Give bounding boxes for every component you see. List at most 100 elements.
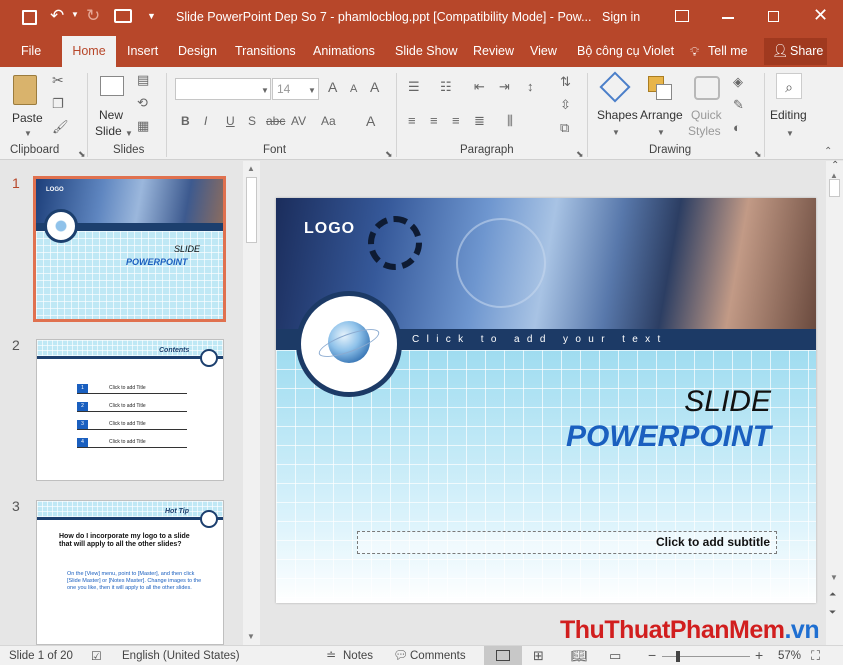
align-text-icon[interactable]: ⇳	[560, 98, 571, 112]
reading-view-icon[interactable]: 📖︎	[571, 648, 588, 664]
fit-slide-icon[interactable]: ⛶	[811, 648, 820, 664]
increase-font-icon[interactable]: A	[328, 80, 337, 94]
slide-sorter-icon[interactable]: ⊞	[533, 648, 544, 664]
comments-icon[interactable]: 💬︎	[393, 648, 408, 662]
bullets-icon[interactable]: ☰	[408, 80, 420, 94]
tab-transitions[interactable]: Transitions	[235, 36, 296, 67]
shape-effects-icon[interactable]: ◐	[733, 121, 741, 135]
scroll-up-icon[interactable]: ▲	[247, 164, 255, 173]
scroll-down-icon[interactable]: ▼	[830, 573, 838, 582]
shape-fill-icon[interactable]: ◈	[733, 75, 743, 89]
drawing-launcher-icon[interactable]: ⬊	[754, 147, 762, 161]
format-painter-icon[interactable]: 🖌︎	[52, 120, 69, 134]
tell-me-box[interactable]: Tell me	[708, 36, 748, 67]
font-color-icon[interactable]: A	[366, 114, 375, 128]
thumbnail-scrollbar[interactable]: ▲ ▼	[243, 161, 260, 645]
thumbnail-slide-3[interactable]: Hot Tip How do I incorporate my logo to …	[36, 500, 224, 645]
paste-button[interactable]: Paste ▼	[8, 71, 46, 138]
zoom-level[interactable]: 57%	[778, 650, 801, 662]
ribbon-display-options-icon[interactable]	[675, 10, 689, 22]
clipboard-launcher-icon[interactable]: ⬊	[78, 147, 86, 161]
close-icon[interactable]: ✕	[813, 5, 828, 26]
clear-formatting-icon[interactable]: A	[370, 80, 379, 94]
sign-in-link[interactable]: Sign in	[602, 10, 640, 24]
text-direction-icon[interactable]: ⇅	[560, 75, 571, 89]
collapse-pane-icon[interactable]: ⌃	[831, 160, 839, 171]
align-left-icon[interactable]: ≡	[408, 114, 416, 128]
zoom-slider-handle[interactable]	[676, 651, 680, 662]
justify-icon[interactable]: ≣	[474, 114, 485, 128]
font-size-box[interactable]: 14 ▼	[272, 78, 319, 100]
character-spacing-icon[interactable]: AV	[291, 114, 306, 128]
tab-insert[interactable]: Insert	[127, 36, 158, 67]
thumbnail-slide-1[interactable]: LOGO SLIDE POWERPOINT	[33, 176, 226, 322]
slideshow-icon[interactable]: ▭	[609, 648, 621, 664]
notes-icon[interactable]: ≐	[326, 648, 336, 662]
zoom-out-icon[interactable]: −	[648, 647, 656, 663]
slide-title-line1[interactable]: SLIDE	[684, 385, 771, 419]
editing-button[interactable]: ⌕ Editing ▼	[768, 71, 812, 139]
customize-qat-icon[interactable]: ▼	[147, 11, 156, 21]
bold-icon[interactable]: B	[181, 114, 190, 128]
thumbnail-slide-2[interactable]: Contents 1 Click to add Title 2 Click to…	[36, 339, 224, 481]
section-icon[interactable]: ▦	[137, 119, 149, 133]
undo-icon[interactable]: ↶	[50, 6, 64, 26]
copy-icon[interactable]: ❐	[52, 97, 64, 111]
underline-icon[interactable]: U	[226, 114, 235, 128]
font-name-box[interactable]: ▼	[175, 78, 271, 100]
italic-icon[interactable]: I	[204, 114, 207, 128]
tab-slide-show[interactable]: Slide Show	[395, 36, 458, 67]
maximize-icon[interactable]	[768, 11, 779, 22]
decrease-font-icon[interactable]: A	[350, 82, 357, 96]
new-slide-button[interactable]: New Slide ▼	[92, 71, 133, 141]
increase-indent-icon[interactable]: ⇥	[499, 80, 510, 94]
slide-canvas[interactable]: LOGO C l i c k t o a d d y o u r t e x t…	[276, 198, 816, 603]
change-case-icon[interactable]: Aa	[321, 114, 336, 128]
paragraph-launcher-icon[interactable]: ⬊	[576, 147, 584, 161]
tab-home[interactable]: Home	[62, 36, 116, 67]
subtitle-placeholder[interactable]: Click to add subtitle	[357, 531, 777, 554]
normal-view-button[interactable]	[484, 646, 522, 665]
spell-check-icon[interactable]: ☑	[91, 649, 102, 663]
zoom-in-icon[interactable]: +	[755, 647, 763, 663]
tab-design[interactable]: Design	[178, 36, 217, 67]
shapes-button[interactable]: Shapes ▼	[596, 71, 638, 141]
tab-file[interactable]: File	[21, 36, 41, 67]
align-center-icon[interactable]: ≡	[430, 114, 438, 128]
save-icon[interactable]	[22, 10, 37, 25]
undo-dropdown-icon[interactable]: ▼	[71, 10, 79, 19]
present-icon[interactable]	[114, 9, 132, 23]
language-indicator[interactable]: English (United States)	[122, 650, 240, 662]
reset-icon[interactable]: ⟲	[137, 96, 148, 110]
share-button[interactable]: 👤︎ Share	[764, 38, 827, 65]
arrange-button[interactable]: Arrange ▼	[638, 71, 684, 141]
notes-button[interactable]: Notes	[343, 650, 373, 662]
scroll-thumb[interactable]	[246, 177, 257, 243]
minimize-icon[interactable]	[722, 17, 734, 19]
strikethrough-icon[interactable]: abc	[266, 114, 285, 128]
decrease-indent-icon[interactable]: ⇤	[474, 80, 485, 94]
slide-title-line2[interactable]: POWERPOINT	[566, 420, 771, 454]
smartart-icon[interactable]: ⧉	[560, 121, 569, 135]
cut-icon[interactable]: ✂	[52, 73, 64, 87]
numbering-icon[interactable]: ☷	[440, 80, 452, 94]
layout-icon[interactable]: ▤	[137, 73, 149, 87]
tab-view[interactable]: View	[530, 36, 557, 67]
tab-violet[interactable]: Bộ công cụ Violet	[577, 36, 674, 67]
collapse-ribbon-icon[interactable]: ⌃	[824, 145, 832, 159]
zoom-slider[interactable]	[662, 651, 750, 662]
scroll-down-icon[interactable]: ▼	[247, 632, 255, 641]
shape-outline-icon[interactable]: ✎	[733, 98, 744, 112]
align-right-icon[interactable]: ≡	[452, 114, 460, 128]
editor-scrollbar[interactable]: ⌃ ▲ ▼ ⏶ ⏷	[826, 160, 843, 645]
line-spacing-icon[interactable]: ↕	[527, 80, 534, 94]
columns-icon[interactable]: ⫼	[507, 114, 513, 128]
slide-logo[interactable]: LOGO	[304, 220, 355, 238]
quick-styles-button[interactable]: Quick Styles	[686, 71, 728, 141]
scroll-thumb[interactable]	[829, 179, 840, 197]
tab-review[interactable]: Review	[473, 36, 514, 67]
shadow-icon[interactable]: S	[248, 114, 256, 128]
comments-button[interactable]: Comments	[410, 650, 466, 662]
previous-slide-icon[interactable]: ⏶	[829, 589, 836, 600]
tab-animations[interactable]: Animations	[313, 36, 375, 67]
